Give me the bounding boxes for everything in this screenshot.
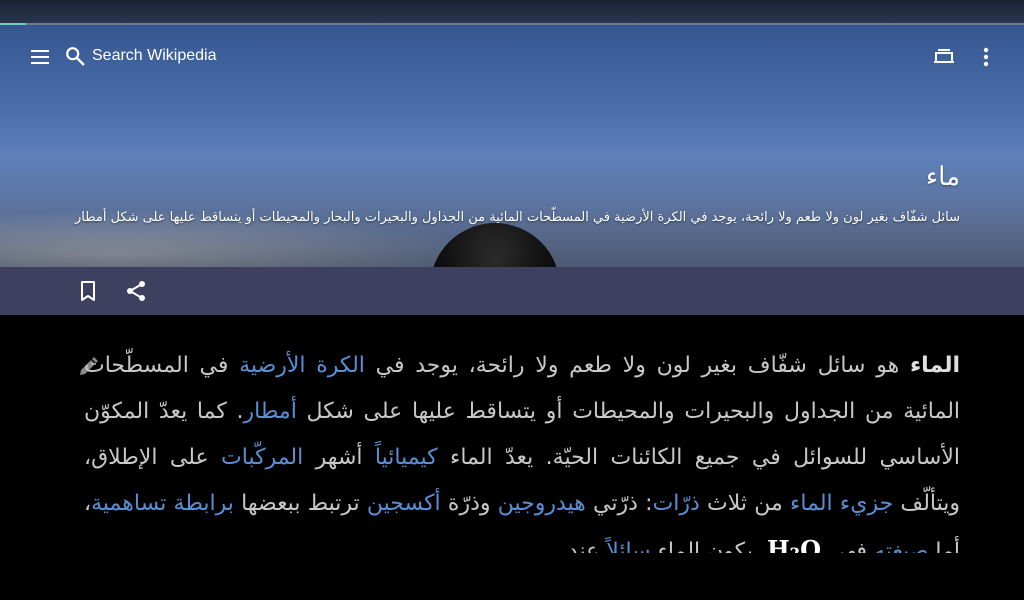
more-vert-icon[interactable] [976,45,996,69]
link-liquid[interactable]: سائلاً [606,539,650,553]
bookmark-icon[interactable] [76,279,100,303]
search-wikipedia-button[interactable]: Search Wikipedia [64,41,217,71]
text-run: : ذرّتي [585,491,653,516]
share-icon[interactable] [124,279,148,303]
search-label: Search Wikipedia [92,47,217,64]
link-hydrogen[interactable]: هيدروجين [498,491,586,516]
link-atoms[interactable]: ذرّات [653,491,700,516]
text-run: . يكون الماء [650,539,767,553]
bold-term: الماء [909,353,960,378]
link-oxygen[interactable]: أكسجين [367,491,441,516]
text-run: ترتبط ببعضها [233,491,367,516]
text-run: عند [567,539,607,553]
lead-paragraph: الماء هو سائل شفّاف بغير لون ولا طعم ولا… [84,343,960,553]
top-toolbar: Search Wikipedia [0,25,1024,87]
article-title: ماء [925,162,960,192]
text-run: أشهر [303,445,375,470]
status-bar [0,0,1024,24]
text-run: وذرّة [440,491,498,516]
link-earth[interactable]: الكرة الأرضية [239,353,365,378]
link-covalent-bond[interactable]: برابطة تساهمية [91,491,234,516]
tabs-icon[interactable] [932,45,956,69]
article-content: الماء هو سائل شفّاف بغير لون ولا طعم ولا… [64,315,960,553]
link-chemically[interactable]: كيميائياً [375,445,438,470]
chemical-formula: H₂O [766,535,822,553]
link-compounds[interactable]: المركّبات [221,445,303,470]
text-run: فهي [821,539,875,553]
article-description: سائل شفّاف بغير لون ولا طعم ولا رائحة، ي… [74,210,960,225]
text-run: من ثلاث [699,491,791,516]
text-run: هو سائل شفّاف بغير لون ولا طعم ولا رائحة… [364,353,910,378]
menu-icon[interactable] [28,45,52,69]
link-formula[interactable]: صيغته [874,539,928,553]
link-rain[interactable]: أمطار [244,399,297,424]
search-icon [66,47,85,66]
link-water-molecule[interactable]: جزيء الماء [790,491,893,516]
article-action-bar [0,267,1024,315]
